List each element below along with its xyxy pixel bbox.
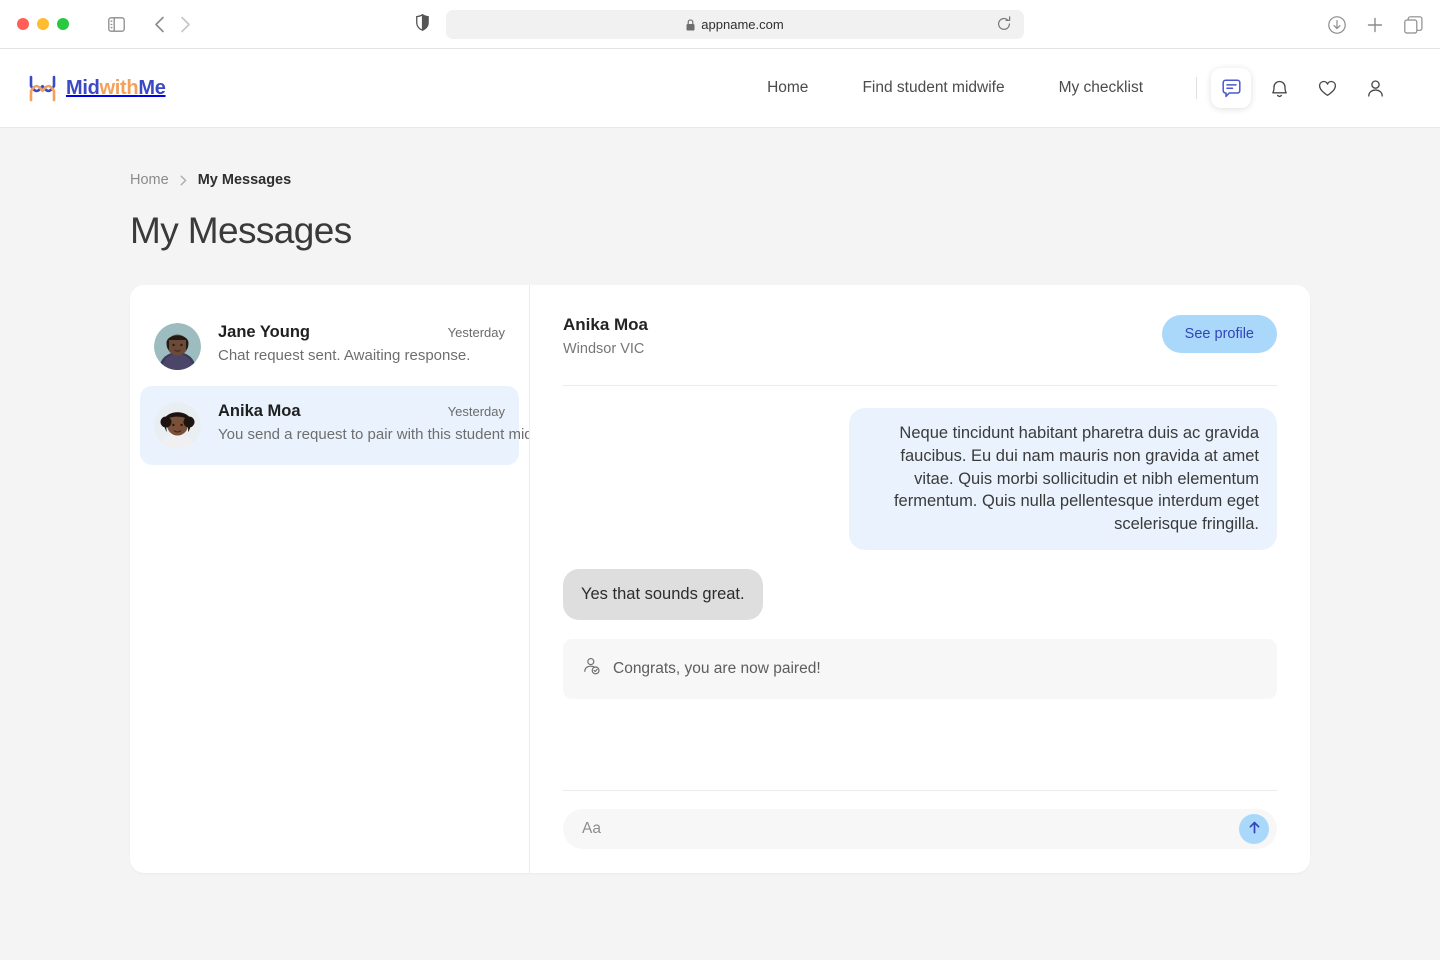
nav-divider <box>1196 77 1197 99</box>
chat-peer-name: Anika Moa <box>563 315 649 334</box>
close-window-button[interactable] <box>17 18 29 30</box>
avatar <box>154 402 201 449</box>
lock-icon <box>686 18 695 31</box>
system-notice-paired: Congrats, you are now paired! <box>563 638 1277 699</box>
conversation-preview: You send a request to pair with this stu… <box>218 426 530 443</box>
conversation-list: Jane Young Yesterday Chat request sent. … <box>130 285 530 873</box>
conversation-time: Yesterday <box>447 404 505 419</box>
logo-wordmark: MidwithMe <box>66 77 166 100</box>
window-traffic-lights <box>17 18 69 30</box>
shield-icon[interactable] <box>416 13 429 36</box>
nav-back-icon[interactable] <box>154 16 165 33</box>
chat-message-list: Neque tincidunt habitant pharetra duis a… <box>563 386 1277 790</box>
logo-text-part1: Mid <box>66 76 100 99</box>
conversation-name: Jane Young <box>218 323 310 341</box>
conversation-top-row: Jane Young Yesterday <box>218 323 505 342</box>
conversation-preview: Chat request sent. Awaiting response. <box>218 347 471 364</box>
chat-pane: Anika Moa Windsor VIC See profile Neque … <box>530 285 1310 873</box>
nav-item-home[interactable]: Home <box>740 79 835 97</box>
conversation-time: Yesterday <box>447 325 505 340</box>
conversation-top-row: Anika Moa Yesterday <box>218 402 505 421</box>
chevron-right-icon <box>180 175 187 186</box>
message-composer[interactable] <box>563 809 1277 849</box>
conversation-body: Jane Young Yesterday Chat request sent. … <box>218 323 505 364</box>
header-icon-group <box>1211 68 1395 108</box>
message-bubble: Neque tincidunt habitant pharetra duis a… <box>848 408 1277 550</box>
main-navigation: Home Find student midwife My checklist <box>740 68 1395 108</box>
sidebar-toggle-icon[interactable] <box>108 16 125 32</box>
conversation-item-anika-moa[interactable]: Anika Moa Yesterday You send a request t… <box>140 386 530 465</box>
url-text: appname.com <box>701 17 784 32</box>
message-row-incoming: Yes that sounds great. <box>563 568 1277 620</box>
message-bubble: Yes that sounds great. <box>563 568 763 620</box>
browser-chrome-right-actions <box>1328 0 1423 49</box>
page-container: Home My Messages My Messages Jane Young … <box>130 172 1310 873</box>
conversation-item-jane-young[interactable]: Jane Young Yesterday Chat request sent. … <box>140 307 519 386</box>
heart-icon[interactable] <box>1307 68 1347 108</box>
app-header: MidwithMe Home Find student midwife My c… <box>0 49 1440 128</box>
reload-icon[interactable] <box>996 16 1012 37</box>
user-paired-icon <box>583 657 602 681</box>
chat-header: Anika Moa Windsor VIC See profile <box>563 315 1277 357</box>
plus-icon[interactable] <box>1366 16 1384 34</box>
avatar <box>154 323 201 370</box>
breadcrumb: Home My Messages <box>130 172 1310 188</box>
tab-overview-icon[interactable] <box>1404 15 1423 34</box>
composer-area <box>563 790 1277 849</box>
nav-item-my-checklist[interactable]: My checklist <box>1032 79 1170 97</box>
maximize-window-button[interactable] <box>57 18 69 30</box>
browser-chrome: appname.com <box>0 0 1440 49</box>
messages-icon[interactable] <box>1211 68 1251 108</box>
logo-text-part3: Me <box>138 76 166 99</box>
breadcrumb-current: My Messages <box>197 172 292 188</box>
account-icon[interactable] <box>1355 68 1395 108</box>
site-logo[interactable]: MidwithMe <box>28 74 166 103</box>
chat-peer-info: Anika Moa Windsor VIC <box>563 315 648 357</box>
conversation-body: Anika Moa Yesterday You send a request t… <box>218 402 530 443</box>
breadcrumb-home[interactable]: Home <box>130 172 169 188</box>
minimize-window-button[interactable] <box>37 18 49 30</box>
chat-peer-location: Windsor VIC <box>563 341 645 357</box>
midwithme-logo-mark <box>28 74 57 103</box>
conversation-name: Anika Moa <box>218 402 301 420</box>
page-title: My Messages <box>130 210 352 251</box>
page-body: Home My Messages My Messages Jane Young … <box>0 128 1440 960</box>
url-bar[interactable]: appname.com <box>446 10 1024 39</box>
bell-icon[interactable] <box>1259 68 1299 108</box>
messages-card: Jane Young Yesterday Chat request sent. … <box>130 285 1310 873</box>
composer-divider <box>563 790 1277 791</box>
message-input[interactable] <box>582 820 1239 838</box>
send-message-button[interactable] <box>1239 814 1269 844</box>
logo-text-part2: with <box>99 76 139 99</box>
see-profile-button[interactable]: See profile <box>1161 315 1277 353</box>
nav-item-find-student-midwife[interactable]: Find student midwife <box>835 79 1031 97</box>
download-icon[interactable] <box>1328 15 1346 34</box>
system-notice-text: Congrats, you are now paired! <box>613 659 821 677</box>
arrow-up-icon <box>1247 820 1262 838</box>
message-row-outgoing: Neque tincidunt habitant pharetra duis a… <box>563 408 1277 550</box>
url-display: appname.com <box>686 17 784 32</box>
nav-forward-icon[interactable] <box>180 16 191 33</box>
